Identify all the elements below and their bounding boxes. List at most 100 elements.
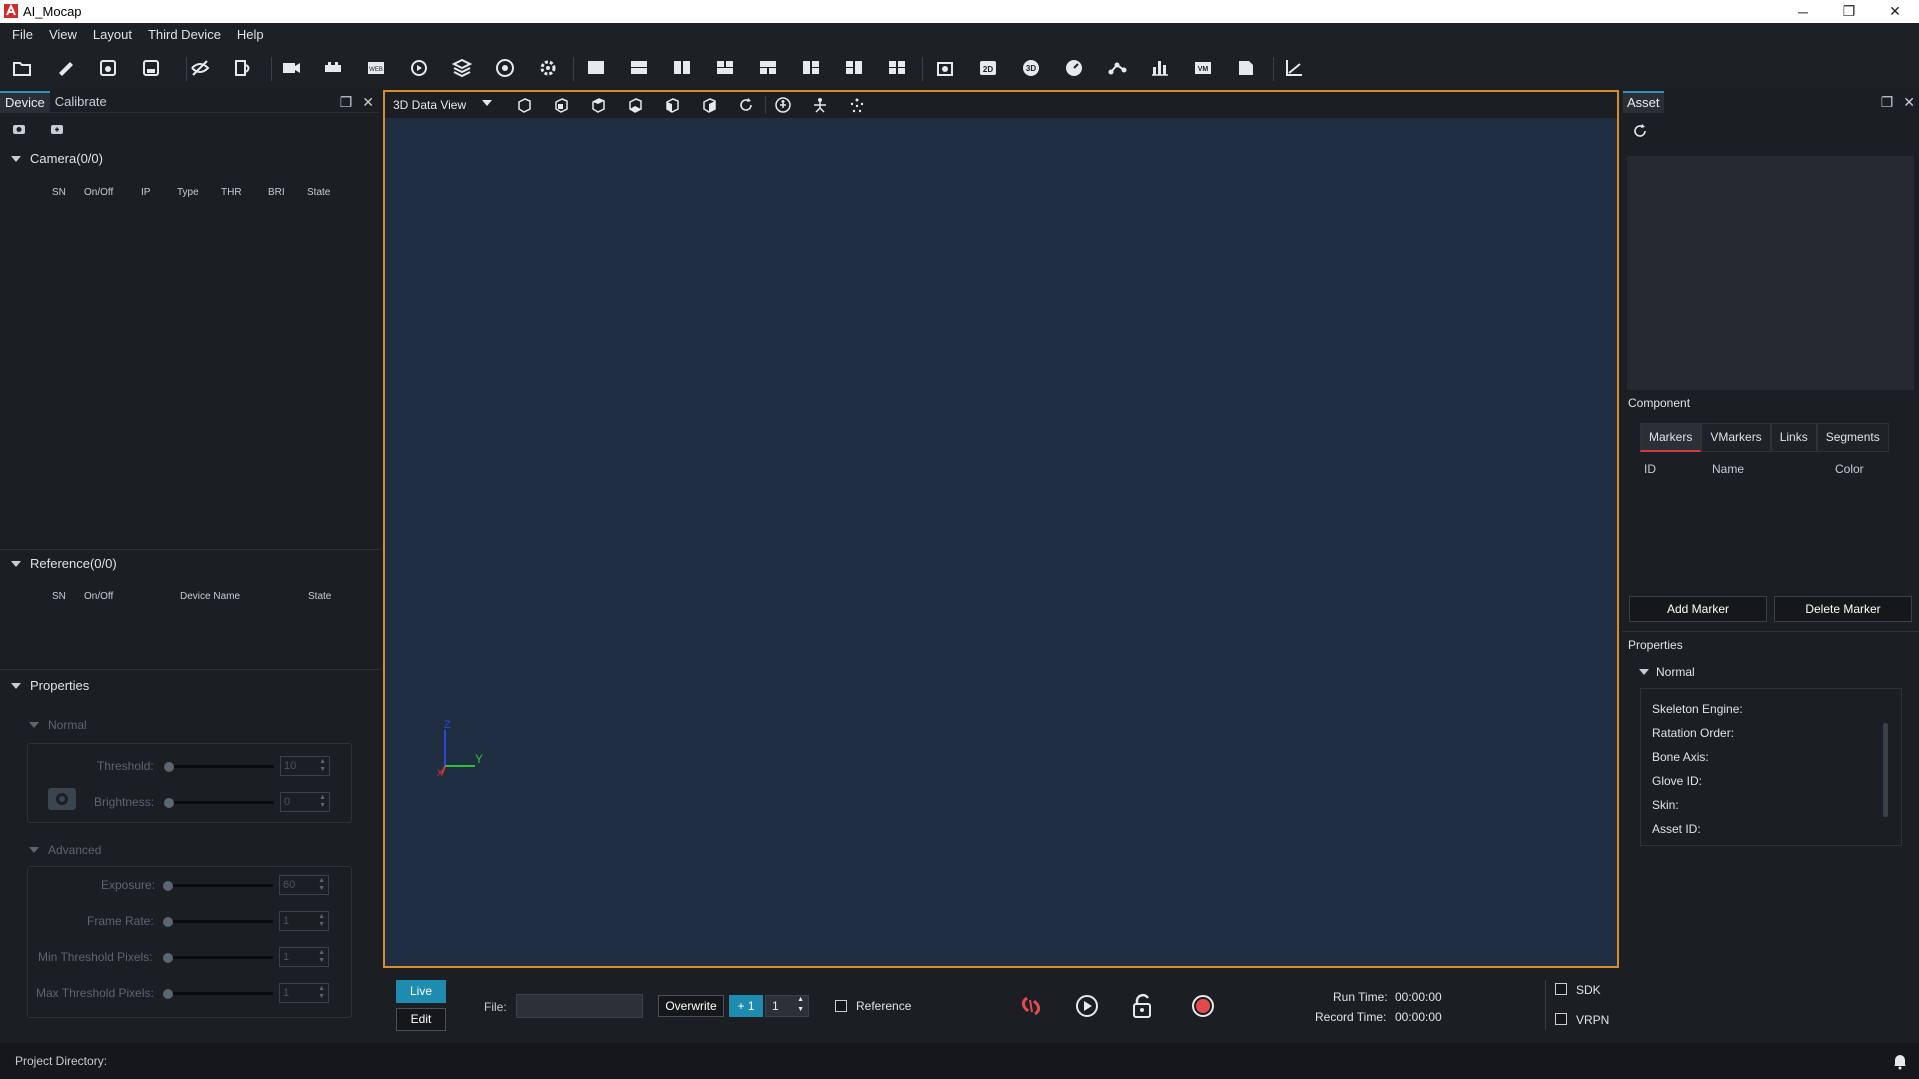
tab-device[interactable]: Device [0,91,50,112]
view-cube-top-icon[interactable] [586,95,610,115]
gauge-icon[interactable] [1060,55,1088,81]
reference-section-header[interactable]: Reference(0/0) [0,556,117,571]
notification-bell-icon[interactable] [1891,1052,1909,1073]
skeleton-link-icon[interactable] [1103,55,1131,81]
play-button-icon[interactable] [1073,992,1101,1023]
marker-figure-icon[interactable] [845,95,869,115]
play-circle-icon[interactable] [405,55,433,81]
tab-segments[interactable]: Segments [1816,423,1889,452]
menu-help[interactable]: Help [229,23,272,47]
layers-icon[interactable] [448,55,476,81]
menu-layout[interactable]: Layout [85,23,140,47]
tab-links[interactable]: Links [1770,423,1817,452]
menu-file[interactable]: File [4,23,41,47]
maximize-button[interactable]: ❐ [1826,0,1872,23]
camera-section-header[interactable]: Camera(0/0) [0,151,103,166]
brightness-slider-track[interactable] [168,801,274,804]
threshold-spinbox[interactable]: 10 ▲ ▼ [280,756,330,776]
layout-split-icon[interactable] [797,55,825,81]
take-number-spinbox[interactable]: 1 ▲ ▼ [765,995,809,1017]
brightness-spinbox[interactable]: 0 ▲ ▼ [280,792,330,812]
increment-button[interactable]: + 1 [729,995,763,1017]
threshold-slider-knob[interactable] [164,762,174,772]
max-threshold-spinbox[interactable]: 1 ▲ ▼ [279,983,329,1003]
unlock-icon[interactable] [1131,992,1155,1023]
layout-grid-icon[interactable] [711,55,739,81]
tab-asset[interactable]: Asset [1623,91,1664,113]
exposure-slider-track[interactable] [167,884,273,887]
properties-scrollbar[interactable] [1883,723,1888,817]
view-3d-icon[interactable]: 3D [1017,55,1045,81]
human-figure-icon[interactable] [771,95,795,115]
skeleton-icon[interactable] [808,95,832,115]
view-mode-dropdown-icon[interactable] [482,100,492,106]
camera-add-icon[interactable] [50,122,64,139]
frame-rate-slider-knob[interactable] [163,917,173,927]
layout-single-icon[interactable] [582,55,610,81]
add-marker-button[interactable]: Add Marker [1629,596,1767,622]
camera-settings-icon[interactable] [12,122,26,139]
delete-marker-button[interactable]: Delete Marker [1774,596,1912,622]
tab-vmarkers[interactable]: VMarkers [1701,423,1771,452]
broadcast-icon[interactable] [491,55,519,81]
3d-viewport[interactable]: Z Y X [385,118,1617,966]
view-cube-bottom-icon[interactable] [623,95,647,115]
min-threshold-slider-knob[interactable] [163,953,173,963]
open-folder-icon[interactable] [8,55,36,81]
view-mode-select[interactable]: 3D Data View [393,98,466,112]
close-panel-icon[interactable]: ✕ [362,94,374,111]
minimize-button[interactable]: ─ [1780,0,1826,23]
view-cube-back-icon[interactable] [549,95,573,115]
asset-close-panel-icon[interactable]: ✕ [1903,94,1915,111]
settings-gear-icon[interactable] [534,55,562,81]
device-bar-icon[interactable] [319,55,347,81]
layout-rows-icon[interactable] [625,55,653,81]
view-2d-icon[interactable]: 2D [974,55,1002,81]
graph-axis-icon[interactable] [1280,55,1308,81]
tab-markers[interactable]: Markers [1640,423,1702,452]
exposure-slider-knob[interactable] [163,881,173,891]
edit-button[interactable]: Edit [396,1008,446,1031]
float-panel-icon[interactable]: ❐ [340,94,353,111]
view-cube-right-icon[interactable] [697,95,721,115]
live-button[interactable]: Live [396,980,446,1003]
layout-cols-icon[interactable] [668,55,696,81]
record-button-icon[interactable] [1189,992,1217,1023]
menu-view[interactable]: View [41,23,85,47]
advanced-group-header[interactable]: Advanced [18,843,101,857]
file-name-input[interactable] [516,994,643,1018]
import-icon[interactable] [229,55,257,81]
ruler-icon[interactable] [52,55,80,81]
asset-preview[interactable] [1627,156,1914,390]
exposure-spinbox[interactable]: 60 ▲ ▼ [279,875,329,895]
properties-section-header[interactable]: Properties [0,678,89,693]
asset-normal-header[interactable]: Normal [1622,665,1695,679]
disconnect-link-icon[interactable] [1017,992,1045,1023]
min-threshold-slider-track[interactable] [167,956,273,959]
menu-third-device[interactable]: Third Device [140,23,229,47]
tab-calibrate[interactable]: Calibrate [50,91,112,112]
layout-quad-b-icon[interactable] [883,55,911,81]
bar-chart-icon[interactable] [1146,55,1174,81]
capture-icon[interactable] [931,55,959,81]
reference-checkbox[interactable] [835,1000,847,1012]
layout-tri-icon[interactable] [754,55,782,81]
save-as-icon[interactable] [137,55,165,81]
asset-float-panel-icon[interactable]: ❐ [1881,94,1894,111]
max-threshold-slider-knob[interactable] [163,989,173,999]
refresh-icon[interactable] [1631,122,1649,143]
threshold-slider-track[interactable] [168,765,274,768]
sdk-checkbox[interactable] [1555,983,1567,995]
frame-rate-slider-track[interactable] [167,920,273,923]
document-icon[interactable] [1232,55,1260,81]
min-threshold-spinbox[interactable]: 1 ▲ ▼ [279,947,329,967]
view-cube-front-icon[interactable] [512,95,536,115]
view-cube-left-icon[interactable] [660,95,684,115]
overwrite-button[interactable]: Overwrite [658,995,724,1017]
brightness-slider-knob[interactable] [164,798,174,808]
vm-icon[interactable]: VM [1189,55,1217,81]
reset-view-icon[interactable] [734,95,758,115]
visibility-off-icon[interactable] [186,55,214,81]
save-icon[interactable] [94,55,122,81]
layout-quad-a-icon[interactable] [840,55,868,81]
